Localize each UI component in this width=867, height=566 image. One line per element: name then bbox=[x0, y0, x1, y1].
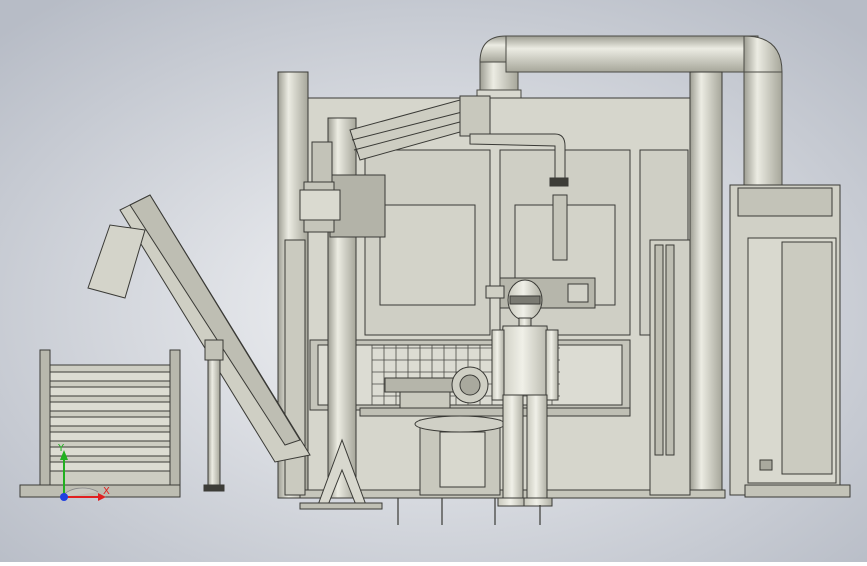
machine-assembly-drawing: X Y bbox=[0, 0, 867, 562]
bin-slat bbox=[49, 431, 171, 442]
bin-slat bbox=[49, 401, 171, 412]
chip-bin bbox=[19, 349, 181, 498]
bin-slat bbox=[49, 416, 171, 427]
bin-slat bbox=[49, 386, 171, 397]
bin-slat bbox=[49, 371, 171, 382]
electrical-cabinet bbox=[729, 184, 851, 498]
y-axis-label: Y bbox=[57, 443, 65, 454]
cad-viewport[interactable]: X Y bbox=[0, 0, 867, 562]
bin-slat bbox=[49, 446, 171, 457]
bin-slat bbox=[49, 461, 171, 472]
x-axis-label: X bbox=[103, 486, 110, 497]
